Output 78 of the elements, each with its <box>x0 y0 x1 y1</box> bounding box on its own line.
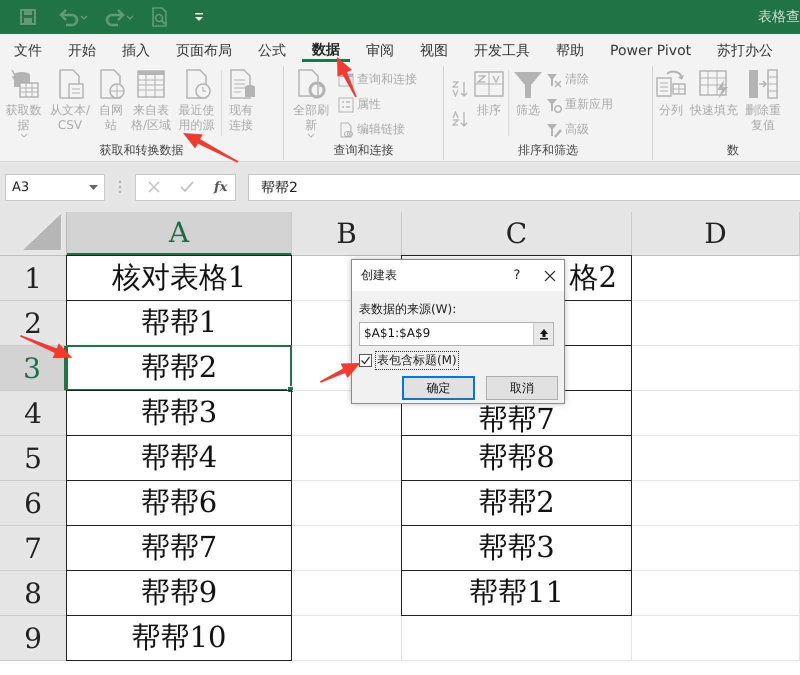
cancel-button[interactable]: 取消 <box>486 376 558 400</box>
table-cell: 帮帮4 <box>66 435 292 481</box>
ribbon-tab[interactable]: 插入 <box>112 34 160 62</box>
advanced-filter-icon <box>546 122 562 138</box>
column-header[interactable]: C <box>402 212 632 256</box>
close-icon[interactable] <box>544 270 556 282</box>
name-box[interactable]: A3 <box>5 174 105 200</box>
clear-filter-icon <box>546 72 562 88</box>
table-cell: 帮帮8 <box>401 435 632 481</box>
undo-icon[interactable] <box>58 7 90 27</box>
ribbon-tab[interactable]: 视图 <box>410 34 458 62</box>
formula-field[interactable]: 帮帮2 <box>248 174 800 200</box>
row-header[interactable]: 3 <box>0 346 67 391</box>
ribbon-tab[interactable]: 开始 <box>58 34 106 62</box>
print-preview-icon[interactable] <box>150 6 170 28</box>
dialog-title: 创建表 <box>361 267 398 284</box>
annotation-arrow <box>337 57 357 98</box>
ok-button[interactable]: 确定 <box>402 376 475 400</box>
table-cell: 帮帮3 <box>401 525 632 571</box>
ribbon-tab[interactable]: 苏打办公 <box>707 34 784 62</box>
split-columns-icon <box>655 68 687 100</box>
drag-handle-icon <box>118 180 122 194</box>
annotation-arrow <box>20 335 72 358</box>
annotation-arrow <box>183 133 238 163</box>
row-header[interactable]: 7 <box>0 526 67 571</box>
save-icon[interactable] <box>18 7 38 27</box>
link-icon <box>338 122 354 138</box>
table-cell: 核对表格1 <box>66 255 292 301</box>
remove-duplicates-icon <box>747 68 779 100</box>
dropdown-caret-icon[interactable] <box>89 184 98 190</box>
properties-icon <box>338 96 354 112</box>
table-cell: 帮帮9 <box>66 570 292 616</box>
table-cell: 帮帮3 <box>66 390 292 436</box>
table-icon <box>135 68 167 100</box>
reapply-filter-icon <box>546 96 562 112</box>
cancel-icon[interactable] <box>148 181 160 193</box>
table-cell: 帮帮6 <box>66 480 292 526</box>
column-header[interactable]: A <box>67 212 292 256</box>
table-cell: 帮帮11 <box>401 570 632 616</box>
column-header[interactable]: D <box>632 212 800 256</box>
ribbon-tab[interactable]: 文件 <box>4 34 52 62</box>
cell-reference: A3 <box>12 180 30 194</box>
table-cell: 帮帮10 <box>66 615 292 661</box>
flash-fill-icon <box>698 68 730 100</box>
group-label: 排序和筛选 <box>518 142 578 159</box>
annotation-arrow <box>320 363 360 383</box>
column-header[interactable]: B <box>292 212 402 256</box>
ribbon-tab[interactable]: 开发工具 <box>464 34 540 62</box>
caret-icon <box>20 133 28 139</box>
ribbon-tab[interactable]: Power Pivot <box>600 34 702 62</box>
caret-icon <box>307 133 315 139</box>
table-cell: 帮帮7 <box>66 525 292 571</box>
group-label: 数 <box>727 142 739 159</box>
ribbon-tab[interactable]: 公式 <box>248 34 296 62</box>
window-title: 表格查 <box>758 8 800 26</box>
table-cell: 帮帮2 <box>66 345 292 391</box>
group-label: 获取和转换数据 <box>100 142 184 159</box>
insert-function-button[interactable]: fx <box>214 180 228 194</box>
checkbox[interactable] <box>359 354 372 367</box>
redo-icon[interactable] <box>104 7 136 27</box>
row-header[interactable]: 4 <box>0 391 67 436</box>
row-header[interactable]: 2 <box>0 301 67 346</box>
table-cell: 帮帮1 <box>66 300 292 346</box>
enter-icon[interactable] <box>180 181 194 193</box>
ribbon-tab[interactable]: 帮助 <box>546 34 594 62</box>
customize-icon[interactable] <box>194 11 204 23</box>
row-header[interactable]: 5 <box>0 436 67 481</box>
help-button[interactable]: ? <box>502 268 532 283</box>
checkbox-label[interactable]: 表包含标题(M) <box>375 351 459 370</box>
group-label: 查询和连接 <box>334 142 394 159</box>
row-header[interactable]: 9 <box>0 616 67 661</box>
table-cell: 帮帮2 <box>401 480 632 526</box>
ribbon-tab[interactable]: 页面布局 <box>166 34 242 62</box>
field-label: 表数据的来源(W): <box>359 301 458 318</box>
ribbon-tab[interactable]: 审阅 <box>356 34 404 62</box>
row-header[interactable]: 6 <box>0 481 67 526</box>
row-header[interactable]: 8 <box>0 571 67 616</box>
row-header[interactable]: 1 <box>0 256 67 301</box>
